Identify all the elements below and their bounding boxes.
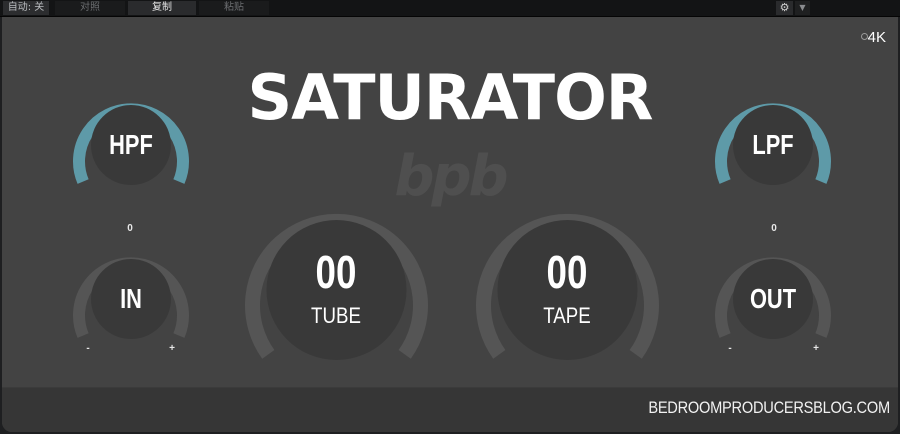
output-center-marker: 0 <box>771 223 777 234</box>
host-toolbar: 自动: 关 对照 复制 粘贴 ⚙ ▼ <box>0 0 900 17</box>
lpf-label: LPF <box>752 129 794 160</box>
tape-label: TAPE <box>543 303 591 328</box>
footer-bar: BEDROOMPRODUCERSBLOG.COM <box>2 387 898 432</box>
bpb-logo: bpb <box>394 144 506 209</box>
plugin-title: SATURATOR <box>247 61 653 134</box>
gear-icon[interactable]: ⚙ <box>776 1 793 15</box>
paste-button[interactable]: 粘贴 <box>199 1 269 15</box>
tube-label: TUBE <box>311 303 361 328</box>
tape-value: 00 <box>546 246 588 298</box>
automation-toggle-button[interactable]: 自动: 关 <box>3 1 49 15</box>
output-label: OUT <box>749 283 797 314</box>
output-min-marker: - <box>728 343 732 354</box>
compare-button[interactable]: 对照 <box>55 1 125 15</box>
input-max-marker: + <box>169 343 175 354</box>
input-center-marker: 0 <box>127 223 133 234</box>
input-min-marker: - <box>86 343 90 354</box>
output-max-marker: + <box>813 343 819 354</box>
dropdown-arrow-icon[interactable]: ▼ <box>795 1 810 15</box>
input-label: IN <box>120 283 142 314</box>
plugin-window: 自动: 关 对照 复制 粘贴 ⚙ ▼ bpb SATURATOR 4K HPF … <box>0 0 900 434</box>
footer-url[interactable]: BEDROOMPRODUCERSBLOG.COM <box>648 398 890 418</box>
copy-button[interactable]: 复制 <box>128 1 196 15</box>
tube-value: 00 <box>315 246 357 298</box>
hpf-label: HPF <box>109 129 153 160</box>
plugin-panel: bpb SATURATOR 4K HPF LPF IN OUT 00 TUBE … <box>2 17 898 432</box>
quality-toggle-label[interactable]: 4K <box>868 29 886 46</box>
